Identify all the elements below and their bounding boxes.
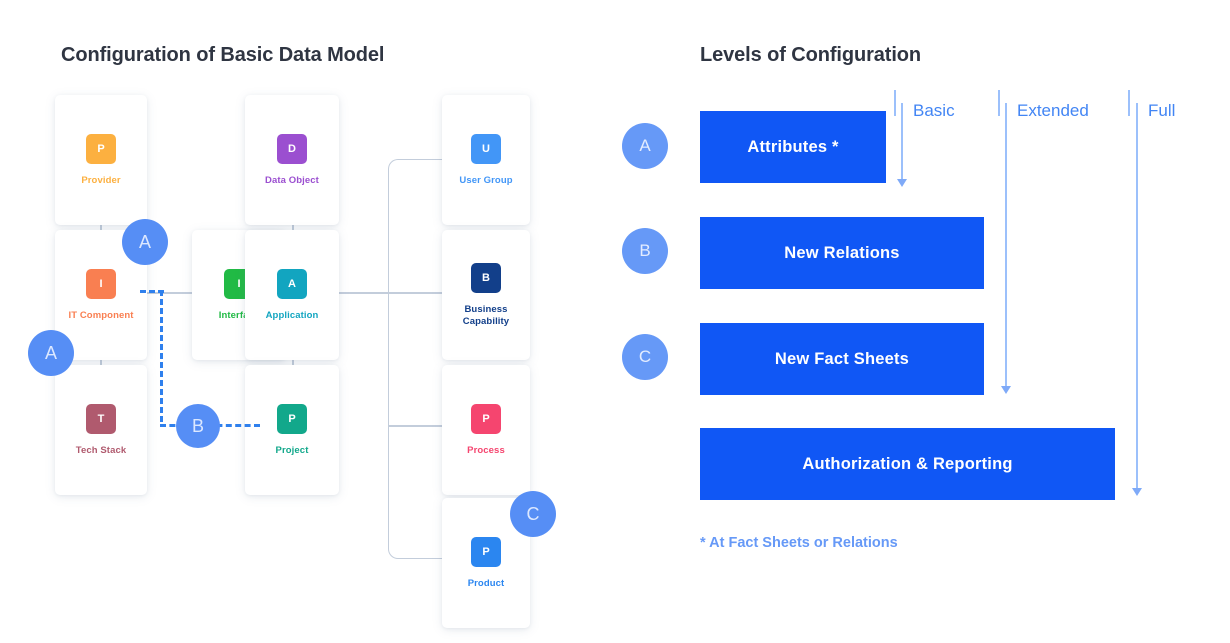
footnote: * At Fact Sheets or Relations bbox=[700, 535, 898, 551]
card-tech-stack[interactable]: T Tech Stack bbox=[55, 365, 147, 495]
level-marker-b: B bbox=[622, 228, 668, 274]
level-label-extended: Extended bbox=[1017, 101, 1089, 120]
bar-authorization[interactable]: Authorization & Reporting bbox=[700, 428, 1115, 500]
level-marker-c: C bbox=[622, 334, 668, 380]
card-label-tech-stack: Tech Stack bbox=[75, 444, 127, 456]
card-label-product: Product bbox=[467, 577, 505, 589]
axis-arrow-full bbox=[1131, 488, 1142, 496]
card-provider[interactable]: P Provider bbox=[55, 95, 147, 225]
card-data-object[interactable]: D Data Object bbox=[245, 95, 339, 225]
dashed-edge-b-vertical bbox=[160, 290, 163, 422]
card-label-it-component: IT Component bbox=[68, 309, 134, 321]
level-label-basic: Basic bbox=[913, 101, 955, 120]
level-label-full: Full bbox=[1148, 101, 1176, 120]
bar-fact-sheets[interactable]: New Fact Sheets bbox=[700, 323, 984, 395]
dashed-edge-b-left bbox=[140, 290, 164, 293]
card-label-application: Application bbox=[265, 309, 319, 321]
chip-icon-it-component: I bbox=[86, 268, 116, 299]
bar-attributes[interactable]: Attributes * bbox=[700, 111, 886, 183]
card-business-capability[interactable]: B Business Capability bbox=[442, 230, 530, 360]
chip-icon-product: P bbox=[471, 536, 501, 567]
card-application[interactable]: A Application bbox=[245, 230, 339, 360]
marker-a-left: A bbox=[28, 330, 74, 376]
chip-icon-tech-stack: T bbox=[86, 403, 116, 434]
card-label-provider: Provider bbox=[81, 174, 121, 186]
axis-basic bbox=[901, 103, 903, 179]
chip-icon-application: A bbox=[277, 268, 307, 299]
card-label-business-capability: Business Capability bbox=[462, 303, 510, 327]
card-label-project: Project bbox=[275, 444, 309, 456]
tick-full bbox=[1128, 90, 1130, 116]
chip-icon-business-capability: B bbox=[471, 262, 501, 293]
card-label-process: Process bbox=[467, 444, 505, 456]
chip-icon-provider: P bbox=[86, 133, 116, 164]
card-process[interactable]: P Process bbox=[442, 365, 530, 495]
marker-a-top: A bbox=[122, 219, 168, 265]
levels-of-configuration-panel: Basic Extended Full Attributes * New Relati… bbox=[600, 0, 1230, 643]
card-project[interactable]: P Project bbox=[245, 365, 339, 495]
chip-icon-user-group: U bbox=[471, 133, 501, 164]
card-label-user-group: User Group bbox=[459, 174, 513, 186]
axis-full bbox=[1136, 103, 1138, 488]
marker-b: B bbox=[176, 404, 220, 448]
diagram-root: Configuration of Basic Data Model Levels… bbox=[0, 0, 1230, 643]
chip-icon-process: P bbox=[471, 403, 501, 434]
axis-extended bbox=[1005, 103, 1007, 386]
marker-c: C bbox=[510, 491, 556, 537]
card-label-data-object: Data Object bbox=[265, 174, 319, 186]
chip-icon-project: P bbox=[277, 403, 307, 434]
tick-basic bbox=[894, 90, 896, 116]
level-marker-a: A bbox=[622, 123, 668, 169]
basic-data-model-panel: P Provider I IT Component T Tech Stack D Data O… bbox=[0, 0, 620, 643]
edge-bracket-usergroup-product bbox=[388, 159, 446, 559]
axis-arrow-extended bbox=[1000, 386, 1011, 394]
bar-relations[interactable]: New Relations bbox=[700, 217, 984, 289]
card-user-group[interactable]: U User Group bbox=[442, 95, 530, 225]
chip-icon-data-object: D bbox=[277, 133, 307, 164]
tick-extended bbox=[998, 90, 1000, 116]
axis-arrow-basic bbox=[896, 179, 907, 187]
